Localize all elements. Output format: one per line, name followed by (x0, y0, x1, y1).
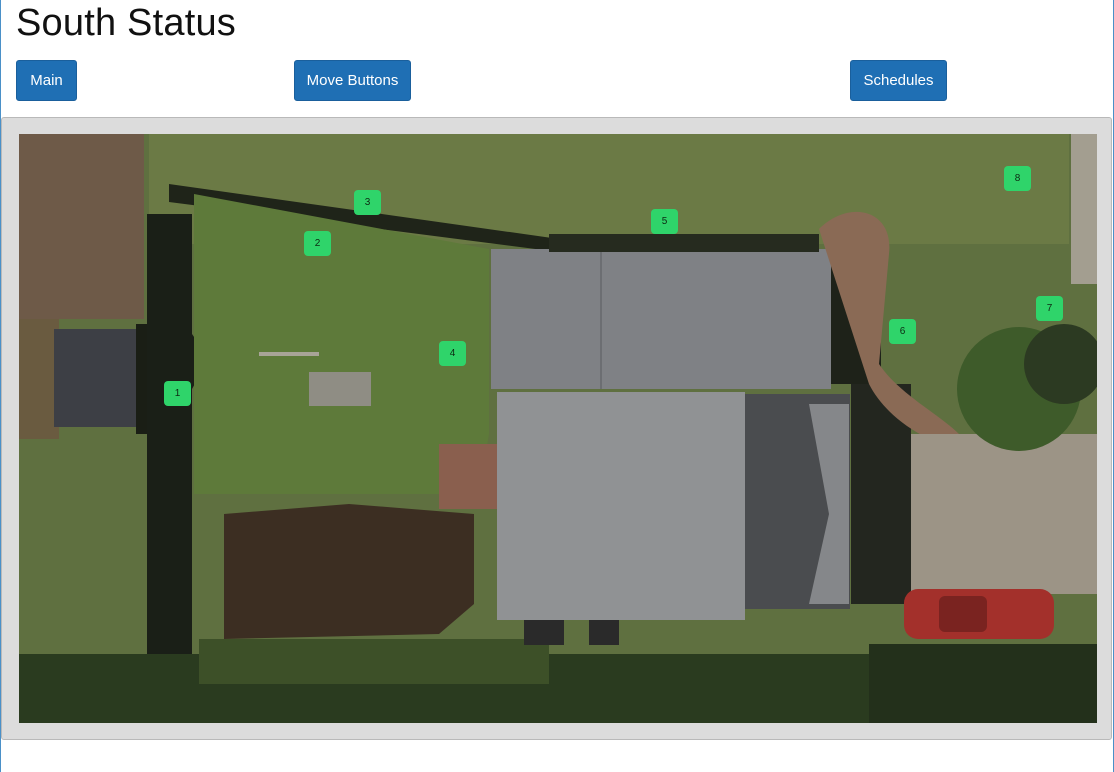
aerial-image (19, 134, 1097, 723)
page-title: South Status (16, 2, 236, 44)
zone-marker-7[interactable]: 7 (1036, 296, 1063, 321)
map-panel: 1 2 3 4 5 6 7 8 (1, 117, 1112, 740)
zone-marker-6[interactable]: 6 (889, 319, 916, 344)
zone-marker-4[interactable]: 4 (439, 341, 466, 366)
schedules-button[interactable]: Schedules (850, 60, 947, 101)
aerial-yard-map[interactable]: 1 2 3 4 5 6 7 8 (19, 134, 1097, 723)
zone-marker-5[interactable]: 5 (651, 209, 678, 234)
main-button[interactable]: Main (16, 60, 77, 101)
zone-marker-3[interactable]: 3 (354, 190, 381, 215)
zone-marker-1[interactable]: 1 (164, 381, 191, 406)
move-buttons-button[interactable]: Move Buttons (294, 60, 411, 101)
zone-marker-8[interactable]: 8 (1004, 166, 1031, 191)
zone-marker-2[interactable]: 2 (304, 231, 331, 256)
